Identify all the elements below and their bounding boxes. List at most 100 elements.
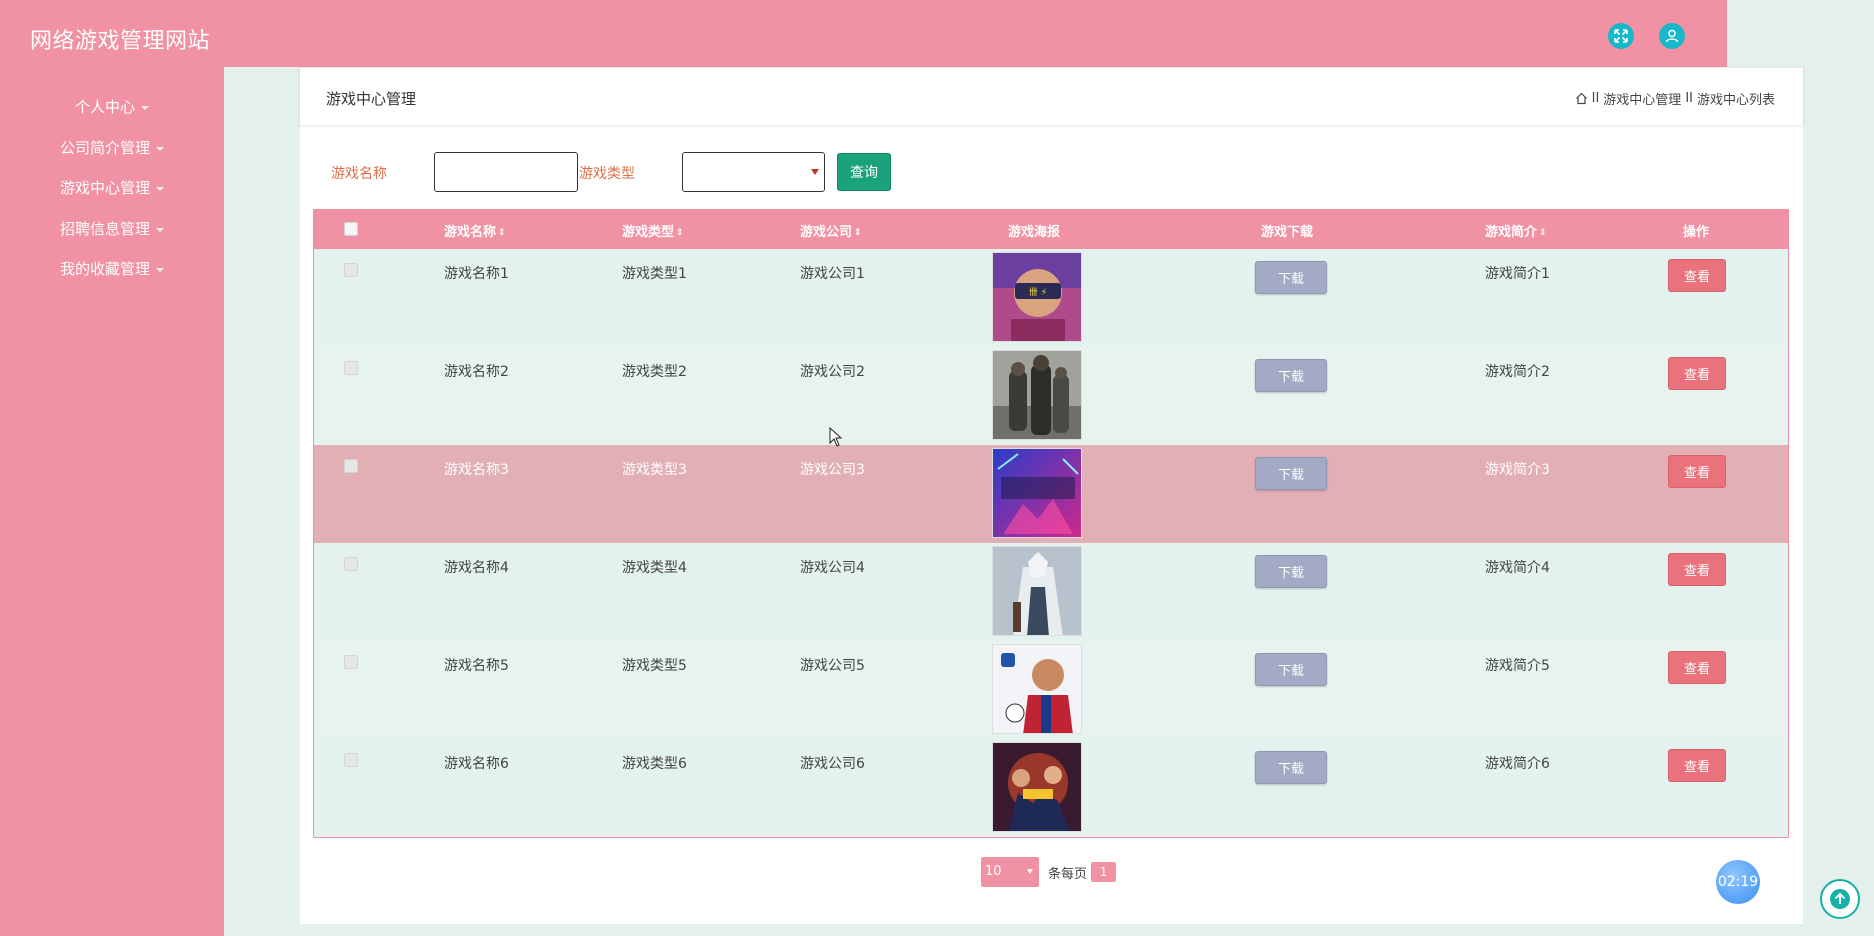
query-button[interactable]: 查询 [837, 153, 891, 191]
header-action: 操作 [1683, 225, 1710, 240]
view-button[interactable]: 查看 [1668, 259, 1726, 292]
download-button[interactable]: 下载 [1255, 457, 1327, 490]
cell-game-name: 游戏名称1 [444, 266, 509, 282]
cell-game-type: 游戏类型3 [622, 462, 687, 478]
row-checkbox[interactable] [344, 753, 358, 767]
game-type-select[interactable] [682, 152, 825, 192]
table-row[interactable]: 游戏名称2 游戏类型2 游戏公司2 下载 游戏简介2 查看 [314, 347, 1788, 445]
breadcrumb-separator: II [1591, 91, 1600, 106]
page-size-select[interactable]: 10 [981, 857, 1039, 887]
sort-icon[interactable]: ⇕ [498, 228, 506, 238]
view-button[interactable]: 查看 [1668, 749, 1726, 782]
caret-down-icon [156, 186, 164, 191]
game-poster [992, 448, 1082, 538]
pagination: 10 条每页 1 [981, 857, 1117, 887]
sidebar-item-game-center[interactable]: 游戏中心管理 [0, 177, 224, 198]
cell-game-name: 游戏名称6 [444, 756, 509, 772]
header-game-download: 游戏下载 [1261, 225, 1314, 240]
row-checkbox[interactable] [344, 459, 358, 473]
game-table: 游戏名称 ⇕ 游戏类型 ⇕ 游戏公司 ⇕ 游戏海报 游戏下载 游戏简介 ⇕ 操作 游戏名… [313, 209, 1789, 838]
caret-down-icon [156, 227, 164, 232]
sort-icon[interactable]: ⇕ [854, 228, 862, 238]
game-name-label: 游戏名称 [331, 166, 387, 182]
table-row[interactable]: 游戏名称6 游戏类型6 游戏公司6 下载 游戏简介6 查看 [314, 739, 1788, 837]
cell-game-name: 游戏名称4 [444, 560, 509, 576]
page-header: 游戏中心管理 II 游戏中心管理 II 游戏中心列表 [300, 67, 1803, 125]
game-poster [992, 742, 1082, 832]
caret-down-icon [156, 267, 164, 272]
cell-game-type: 游戏类型4 [622, 560, 687, 576]
sidebar-item-recruitment[interactable]: 招聘信息管理 [0, 218, 224, 239]
row-checkbox[interactable] [344, 361, 358, 375]
download-button[interactable]: 下载 [1255, 359, 1327, 392]
svg-text:卌 ⚡: 卌 ⚡ [1029, 287, 1047, 298]
cell-game-intro: 游戏简介2 [1485, 364, 1550, 380]
game-poster [992, 350, 1082, 440]
table-row[interactable]: 游戏名称1 游戏类型1 游戏公司1 卌 ⚡ 下载 游戏简介1 查看 [314, 249, 1788, 347]
select-all-checkbox[interactable] [344, 222, 358, 236]
download-button[interactable]: 下载 [1255, 555, 1327, 588]
view-button[interactable]: 查看 [1668, 553, 1726, 586]
cell-game-name: 游戏名称5 [444, 658, 509, 674]
cell-game-intro: 游戏简介4 [1485, 560, 1550, 576]
arrow-up-icon [1830, 889, 1850, 909]
cell-game-type: 游戏类型2 [622, 364, 687, 380]
download-button[interactable]: 下载 [1255, 751, 1327, 784]
table-row[interactable]: 游戏名称3 游戏类型3 游戏公司3 下载 游戏简介3 查看 [314, 445, 1788, 543]
row-checkbox[interactable] [344, 655, 358, 669]
cell-game-company: 游戏公司6 [800, 756, 865, 772]
timer-badge: 02:19 [1716, 860, 1760, 904]
user-button[interactable] [1659, 23, 1685, 49]
sidebar-item-favorites[interactable]: 我的收藏管理 [0, 258, 224, 279]
header-game-name[interactable]: 游戏名称 ⇕ [444, 221, 506, 240]
cell-game-type: 游戏类型5 [622, 658, 687, 674]
table-row[interactable]: 游戏名称5 游戏类型5 游戏公司5 下载 游戏简介5 查看 [314, 641, 1788, 739]
fullscreen-button[interactable] [1608, 23, 1634, 49]
sidebar-item-personal-center[interactable]: 个人中心 [0, 96, 224, 117]
breadcrumb-level2: 游戏中心列表 [1696, 93, 1775, 108]
expand-icon [1614, 29, 1628, 43]
download-button[interactable]: 下载 [1255, 261, 1327, 294]
main-panel: 游戏中心管理 II 游戏中心管理 II 游戏中心列表 游戏名称 游戏类型 查询 … [300, 67, 1803, 924]
per-page-label: 条每页 [1048, 866, 1088, 882]
view-button[interactable]: 查看 [1668, 357, 1726, 390]
breadcrumb-separator: II [1685, 91, 1693, 106]
breadcrumb-level1[interactable]: 游戏中心管理 [1603, 89, 1681, 108]
cell-game-name: 游戏名称3 [444, 462, 509, 478]
sort-icon[interactable]: ⇕ [1539, 228, 1547, 238]
user-icon [1665, 29, 1679, 43]
cell-game-intro: 游戏简介1 [1485, 266, 1550, 282]
header-game-company[interactable]: 游戏公司 ⇕ [800, 221, 862, 240]
table-header: 游戏名称 ⇕ 游戏类型 ⇕ 游戏公司 ⇕ 游戏海报 游戏下载 游戏简介 ⇕ 操作 [314, 210, 1788, 249]
top-bar: 网络游戏管理网站 [0, 0, 1727, 67]
header-game-type[interactable]: 游戏类型 ⇕ [622, 221, 684, 240]
dropdown-arrow-icon [811, 169, 819, 175]
page-number-button[interactable]: 1 [1091, 862, 1117, 882]
game-name-input[interactable] [434, 152, 578, 192]
cell-game-company: 游戏公司4 [800, 560, 865, 576]
back-to-top-button[interactable] [1820, 879, 1860, 919]
download-button[interactable]: 下载 [1255, 653, 1327, 686]
row-checkbox[interactable] [344, 557, 358, 571]
header-game-poster: 游戏海报 [1008, 225, 1061, 240]
home-icon[interactable] [1575, 92, 1588, 105]
row-checkbox[interactable] [344, 263, 358, 277]
game-poster: 卌 ⚡ [992, 252, 1082, 342]
game-poster [992, 546, 1082, 636]
caret-down-icon [141, 105, 149, 110]
view-button[interactable]: 查看 [1668, 455, 1726, 488]
sort-icon[interactable]: ⇕ [676, 228, 684, 238]
cell-game-company: 游戏公司1 [800, 266, 865, 282]
site-title: 网络游戏管理网站 [30, 29, 211, 54]
cell-game-company: 游戏公司5 [800, 658, 865, 674]
caret-down-icon [156, 146, 164, 151]
cell-game-company: 游戏公司3 [800, 462, 865, 478]
mouse-cursor-icon [829, 427, 843, 447]
header-game-intro[interactable]: 游戏简介 ⇕ [1485, 221, 1547, 240]
view-button[interactable]: 查看 [1668, 651, 1726, 684]
sidebar-item-company-intro[interactable]: 公司简介管理 [0, 137, 224, 158]
sidebar: 个人中心 公司简介管理 游戏中心管理 招聘信息管理 我的收藏管理 [0, 67, 224, 936]
cell-game-type: 游戏类型6 [622, 756, 687, 772]
table-row[interactable]: 游戏名称4 游戏类型4 游戏公司4 下载 游戏简介4 查看 [314, 543, 1788, 641]
cell-game-company: 游戏公司2 [800, 364, 865, 380]
